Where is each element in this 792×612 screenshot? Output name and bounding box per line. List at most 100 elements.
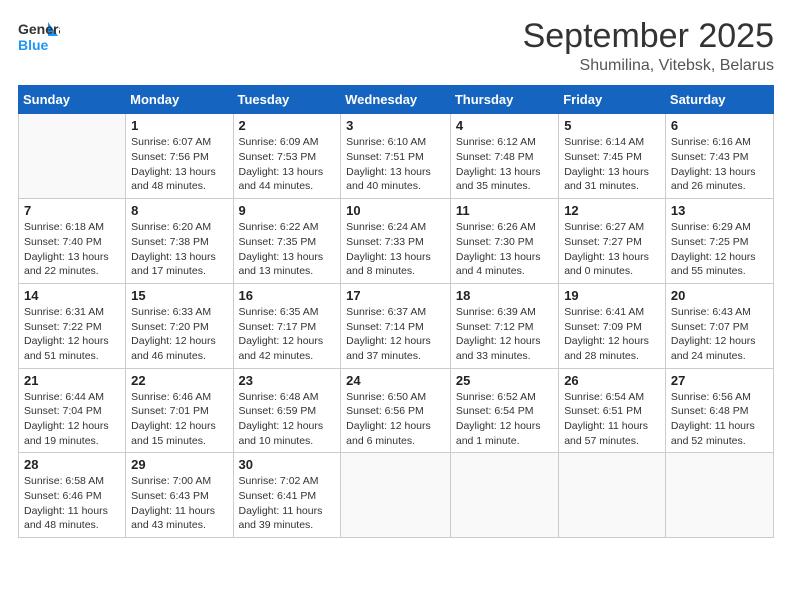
calendar-cell: 30 Sunrise: 7:02 AM Sunset: 6:41 PM Dayli… (233, 453, 341, 538)
day-number: 29 (131, 457, 227, 472)
logo: GeneralBlue (18, 18, 60, 60)
day-number: 17 (346, 288, 445, 303)
day-info: Sunrise: 6:27 AM Sunset: 7:27 PM Dayligh… (564, 220, 660, 279)
calendar-cell (665, 453, 773, 538)
day-info: Sunrise: 6:22 AM Sunset: 7:35 PM Dayligh… (239, 220, 336, 279)
day-number: 26 (564, 373, 660, 388)
calendar-cell (341, 453, 451, 538)
day-number: 20 (671, 288, 768, 303)
calendar-cell (450, 453, 558, 538)
calendar-cell: 12 Sunrise: 6:27 AM Sunset: 7:27 PM Dayli… (559, 199, 666, 284)
day-info: Sunrise: 6:33 AM Sunset: 7:20 PM Dayligh… (131, 305, 227, 364)
day-number: 16 (239, 288, 336, 303)
calendar-cell: 19 Sunrise: 6:41 AM Sunset: 7:09 PM Dayli… (559, 283, 666, 368)
calendar-cell: 22Sunrise: 6:46 AM Sunset: 7:01 PM Dayli… (126, 368, 233, 453)
logo-icon: GeneralBlue (18, 18, 60, 60)
day-info: Sunrise: 6:41 AM Sunset: 7:09 PM Dayligh… (564, 305, 660, 364)
day-info: Sunrise: 6:14 AM Sunset: 7:45 PM Dayligh… (564, 135, 660, 194)
calendar-cell: 1 Sunrise: 6:07 AM Sunset: 7:56 PM Daylig… (126, 114, 233, 199)
day-info: Sunrise: 6:24 AM Sunset: 7:33 PM Dayligh… (346, 220, 445, 279)
month-title: September 2025 (523, 18, 774, 55)
day-number: 30 (239, 457, 336, 472)
svg-text:Blue: Blue (18, 37, 49, 53)
day-number: 21 (24, 373, 120, 388)
calendar-cell: 27 Sunrise: 6:56 AM Sunset: 6:48 PM Dayli… (665, 368, 773, 453)
day-info: Sunrise: 7:02 AM Sunset: 6:41 PM Dayligh… (239, 474, 336, 533)
day-number: 24 (346, 373, 445, 388)
day-info: Sunrise: 6:39 AM Sunset: 7:12 PM Dayligh… (456, 305, 553, 364)
calendar-week-row: 7 Sunrise: 6:18 AM Sunset: 7:40 PM Daylig… (19, 199, 774, 284)
calendar-cell: 6 Sunrise: 6:16 AM Sunset: 7:43 PM Daylig… (665, 114, 773, 199)
day-info: Sunrise: 6:37 AM Sunset: 7:14 PM Dayligh… (346, 305, 445, 364)
calendar-cell: 11 Sunrise: 6:26 AM Sunset: 7:30 PM Dayli… (450, 199, 558, 284)
calendar-cell: 24Sunrise: 6:50 AM Sunset: 6:56 PM Dayli… (341, 368, 451, 453)
day-number: 3 (346, 118, 445, 133)
calendar-week-row: 1 Sunrise: 6:07 AM Sunset: 7:56 PM Daylig… (19, 114, 774, 199)
calendar-cell: 28 Sunrise: 6:58 AM Sunset: 6:46 PM Dayli… (19, 453, 126, 538)
calendar-cell (19, 114, 126, 199)
day-number: 5 (564, 118, 660, 133)
col-header-monday: Monday (126, 86, 233, 114)
day-info: Sunrise: 6:26 AM Sunset: 7:30 PM Dayligh… (456, 220, 553, 279)
day-number: 2 (239, 118, 336, 133)
day-number: 14 (24, 288, 120, 303)
day-info: Sunrise: 6:18 AM Sunset: 7:40 PM Dayligh… (24, 220, 120, 279)
day-info: Sunrise: 6:54 AM Sunset: 6:51 PM Dayligh… (564, 390, 660, 449)
day-info: Sunrise: 6:44 AM Sunset: 7:04 PM Dayligh… (24, 390, 120, 449)
col-header-sunday: Sunday (19, 86, 126, 114)
calendar-week-row: 14Sunrise: 6:31 AM Sunset: 7:22 PM Dayli… (19, 283, 774, 368)
day-info: Sunrise: 6:09 AM Sunset: 7:53 PM Dayligh… (239, 135, 336, 194)
calendar-header-row: SundayMondayTuesdayWednesdayThursdayFrid… (19, 86, 774, 114)
day-info: Sunrise: 6:48 AM Sunset: 6:59 PM Dayligh… (239, 390, 336, 449)
calendar-cell (559, 453, 666, 538)
col-header-wednesday: Wednesday (341, 86, 451, 114)
day-info: Sunrise: 6:07 AM Sunset: 7:56 PM Dayligh… (131, 135, 227, 194)
calendar-week-row: 28 Sunrise: 6:58 AM Sunset: 6:46 PM Dayli… (19, 453, 774, 538)
calendar-table: SundayMondayTuesdayWednesdayThursdayFrid… (18, 85, 774, 538)
page: GeneralBlue September 2025 Shumilina, Vi… (0, 0, 792, 612)
day-number: 6 (671, 118, 768, 133)
calendar-cell: 25 Sunrise: 6:52 AM Sunset: 6:54 PM Dayli… (450, 368, 558, 453)
day-info: Sunrise: 6:20 AM Sunset: 7:38 PM Dayligh… (131, 220, 227, 279)
calendar-cell: 8Sunrise: 6:20 AM Sunset: 7:38 PM Daylig… (126, 199, 233, 284)
day-number: 9 (239, 203, 336, 218)
day-number: 22 (131, 373, 227, 388)
day-info: Sunrise: 6:29 AM Sunset: 7:25 PM Dayligh… (671, 220, 768, 279)
day-number: 19 (564, 288, 660, 303)
day-number: 1 (131, 118, 227, 133)
day-number: 28 (24, 457, 120, 472)
day-info: Sunrise: 6:10 AM Sunset: 7:51 PM Dayligh… (346, 135, 445, 194)
day-info: Sunrise: 6:16 AM Sunset: 7:43 PM Dayligh… (671, 135, 768, 194)
calendar-cell: 20Sunrise: 6:43 AM Sunset: 7:07 PM Dayli… (665, 283, 773, 368)
col-header-saturday: Saturday (665, 86, 773, 114)
day-number: 11 (456, 203, 553, 218)
day-number: 25 (456, 373, 553, 388)
svg-text:General: General (18, 21, 60, 37)
day-number: 23 (239, 373, 336, 388)
day-info: Sunrise: 6:58 AM Sunset: 6:46 PM Dayligh… (24, 474, 120, 533)
day-info: Sunrise: 6:56 AM Sunset: 6:48 PM Dayligh… (671, 390, 768, 449)
calendar-cell: 21 Sunrise: 6:44 AM Sunset: 7:04 PM Dayli… (19, 368, 126, 453)
calendar-cell: 4Sunrise: 6:12 AM Sunset: 7:48 PM Daylig… (450, 114, 558, 199)
day-number: 15 (131, 288, 227, 303)
calendar-cell: 18Sunrise: 6:39 AM Sunset: 7:12 PM Dayli… (450, 283, 558, 368)
calendar-cell: 9 Sunrise: 6:22 AM Sunset: 7:35 PM Daylig… (233, 199, 341, 284)
day-info: Sunrise: 6:12 AM Sunset: 7:48 PM Dayligh… (456, 135, 553, 194)
day-number: 12 (564, 203, 660, 218)
day-number: 27 (671, 373, 768, 388)
day-number: 7 (24, 203, 120, 218)
location-title: Shumilina, Vitebsk, Belarus (523, 57, 774, 75)
day-number: 10 (346, 203, 445, 218)
title-block: September 2025 Shumilina, Vitebsk, Belar… (523, 18, 774, 75)
calendar-cell: 13Sunrise: 6:29 AM Sunset: 7:25 PM Dayli… (665, 199, 773, 284)
calendar-cell: 15 Sunrise: 6:33 AM Sunset: 7:20 PM Dayli… (126, 283, 233, 368)
day-info: Sunrise: 6:35 AM Sunset: 7:17 PM Dayligh… (239, 305, 336, 364)
header: GeneralBlue September 2025 Shumilina, Vi… (18, 18, 774, 75)
calendar-cell: 3 Sunrise: 6:10 AM Sunset: 7:51 PM Daylig… (341, 114, 451, 199)
day-info: Sunrise: 7:00 AM Sunset: 6:43 PM Dayligh… (131, 474, 227, 533)
calendar-cell: 29 Sunrise: 7:00 AM Sunset: 6:43 PM Dayli… (126, 453, 233, 538)
calendar-cell: 23 Sunrise: 6:48 AM Sunset: 6:59 PM Dayli… (233, 368, 341, 453)
calendar-cell: 5 Sunrise: 6:14 AM Sunset: 7:45 PM Daylig… (559, 114, 666, 199)
day-info: Sunrise: 6:52 AM Sunset: 6:54 PM Dayligh… (456, 390, 553, 449)
col-header-tuesday: Tuesday (233, 86, 341, 114)
